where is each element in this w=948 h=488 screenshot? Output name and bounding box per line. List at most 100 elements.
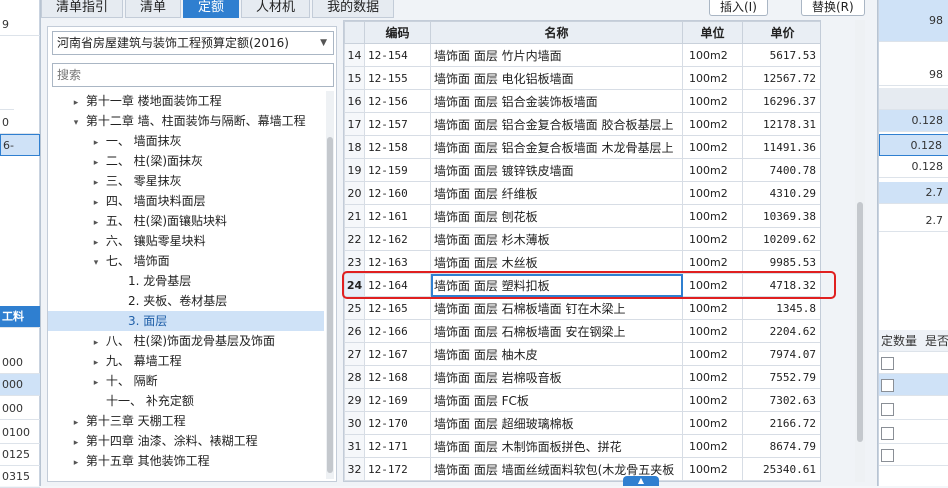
quota-price[interactable]: 10209.62: [742, 227, 820, 251]
quota-unit[interactable]: 100m2: [682, 66, 743, 90]
bg-cell-selected[interactable]: 0.128: [879, 134, 948, 156]
quota-name[interactable]: 墙饰面 面层 电化铝板墙面: [430, 66, 683, 90]
tree-item[interactable]: 十一、 补充定额: [48, 391, 324, 411]
row-index[interactable]: 20: [344, 181, 365, 205]
quota-price[interactable]: 7400.78: [742, 158, 820, 182]
quota-name[interactable]: 墙饰面 面层 竹片内墙面: [430, 43, 683, 67]
bg-expand-toggle[interactable]: −: [0, 88, 14, 110]
row-index[interactable]: 28: [344, 365, 365, 389]
quota-code[interactable]: 12-169: [364, 388, 431, 412]
quota-price[interactable]: 25340.61: [742, 457, 820, 481]
tree-item[interactable]: ▸ 第十五章 其他装饰工程: [48, 451, 324, 471]
quota-code[interactable]: 12-159: [364, 158, 431, 182]
row-index[interactable]: 21: [344, 204, 365, 228]
tree-item[interactable]: 2. 夹板、卷材基层: [48, 291, 324, 311]
table-row[interactable]: 25 12-165 墙饰面 面层 石棉板墙面 钉在木梁上 100m2 1345.8: [344, 296, 820, 320]
table-row[interactable]: 26 12-166 墙饰面 面层 石棉板墙面 安在钢梁上 100m2 2204.62: [344, 319, 820, 343]
quota-unit[interactable]: 100m2: [682, 158, 743, 182]
quota-code[interactable]: 12-168: [364, 365, 431, 389]
quota-code[interactable]: 12-172: [364, 457, 431, 481]
quota-unit[interactable]: 100m2: [682, 434, 743, 458]
quota-name[interactable]: 墙饰面 面层 柚木皮: [430, 342, 683, 366]
bg-cell-selected[interactable]: 6-: [0, 134, 40, 156]
quota-price[interactable]: 2204.62: [742, 319, 820, 343]
table-row[interactable]: 21 12-161 墙饰面 面层 刨花板 100m2 10369.38: [344, 204, 820, 228]
table-row[interactable]: 27 12-167 墙饰面 面层 柚木皮 100m2 7974.07: [344, 342, 820, 366]
quota-price[interactable]: 10369.38: [742, 204, 820, 228]
bg-checkbox-row[interactable]: [879, 374, 948, 396]
scrollbar-thumb[interactable]: [327, 137, 333, 473]
expand-icon[interactable]: ▸: [70, 433, 82, 453]
quota-unit[interactable]: 100m2: [682, 112, 743, 136]
expand-icon[interactable]: ▸: [90, 353, 102, 373]
row-index[interactable]: 27: [344, 342, 365, 366]
tab-quota[interactable]: 定额: [183, 0, 240, 18]
tree-item[interactable]: ▸ 六、 镶贴零星块料: [48, 231, 324, 251]
checkbox[interactable]: [881, 426, 894, 440]
checkbox[interactable]: [881, 402, 894, 416]
row-index[interactable]: 19: [344, 158, 365, 182]
quota-code[interactable]: 12-161: [364, 204, 431, 228]
table-row[interactable]: 29 12-169 墙饰面 面层 FC板 100m2 7302.63: [344, 388, 820, 412]
row-index[interactable]: 22: [344, 227, 365, 251]
tab-my-data[interactable]: 我的数据: [312, 0, 395, 18]
quota-code[interactable]: 12-162: [364, 227, 431, 251]
checkbox[interactable]: [881, 356, 894, 370]
tree-item[interactable]: ▸ 十、 隔断: [48, 371, 324, 391]
expand-icon[interactable]: ▸: [90, 193, 102, 213]
quota-code[interactable]: 12-154: [364, 43, 431, 67]
tree-item[interactable]: ▸ 一、 墙面抹灰: [48, 131, 324, 151]
tree-item[interactable]: ▸ 第十一章 楼地面装饰工程: [48, 91, 324, 111]
quota-price[interactable]: 11491.36: [742, 135, 820, 159]
expand-icon[interactable]: ▸: [90, 173, 102, 193]
table-row[interactable]: 19 12-159 墙饰面 面层 镀锌铁皮墙面 100m2 7400.78: [344, 158, 820, 182]
expand-icon[interactable]: ▸: [90, 133, 102, 153]
quota-unit[interactable]: 100m2: [682, 135, 743, 159]
bg-checkbox-row[interactable]: [879, 398, 948, 420]
row-index[interactable]: 31: [344, 434, 365, 458]
expand-icon[interactable]: ▸: [90, 333, 102, 353]
table-row[interactable]: 28 12-168 墙饰面 面层 岩棉吸音板 100m2 7552.79: [344, 365, 820, 389]
bg-checkbox-row[interactable]: [879, 352, 948, 374]
expand-icon[interactable]: ▸: [90, 373, 102, 393]
bg-checkbox-row[interactable]: [879, 422, 948, 444]
grid-scrollbar[interactable]: [855, 20, 865, 482]
tree-item[interactable]: ▸ 第十四章 油漆、涂料、裱糊工程: [48, 431, 324, 451]
quota-price[interactable]: 7552.79: [742, 365, 820, 389]
row-index[interactable]: 16: [344, 89, 365, 113]
row-index[interactable]: 32: [344, 457, 365, 481]
quota-code[interactable]: 12-170: [364, 411, 431, 435]
tree-item[interactable]: ▸ 八、 柱(梁)饰面龙骨基层及饰面: [48, 331, 324, 351]
tab-labor-material-machine[interactable]: 人材机: [241, 0, 311, 18]
insert-button[interactable]: 插入(I): [709, 0, 768, 16]
table-row[interactable]: 14 12-154 墙饰面 面层 竹片内墙面 100m2 5617.53: [344, 43, 820, 67]
row-index[interactable]: 29: [344, 388, 365, 412]
quota-price[interactable]: 8674.79: [742, 434, 820, 458]
quota-price[interactable]: 7302.63: [742, 388, 820, 412]
quota-price[interactable]: 7974.07: [742, 342, 820, 366]
tree-item[interactable]: ▸ 九、 幕墙工程: [48, 351, 324, 371]
quota-unit[interactable]: 100m2: [682, 43, 743, 67]
quota-unit[interactable]: 100m2: [682, 388, 743, 412]
tree-item[interactable]: ▸ 三、 零星抹灰: [48, 171, 324, 191]
table-row[interactable]: 32 12-172 墙饰面 面层 墙面丝绒面料软包(木龙骨五夹板 100m2 25340…: [344, 457, 820, 481]
row-index[interactable]: 14: [344, 43, 365, 67]
quota-library-select[interactable]: 河南省房屋建筑与装饰工程预算定额(2016) ▼: [52, 31, 334, 55]
quota-unit[interactable]: 100m2: [682, 181, 743, 205]
quota-price[interactable]: 5617.53: [742, 43, 820, 67]
tree-item-selected[interactable]: 3. 面层: [48, 311, 324, 331]
row-index[interactable]: 26: [344, 319, 365, 343]
expand-icon[interactable]: ▸: [70, 453, 82, 473]
quota-code[interactable]: 12-160: [364, 181, 431, 205]
quota-name[interactable]: 墙饰面 面层 超细玻璃棉板: [430, 411, 683, 435]
quota-unit[interactable]: 100m2: [682, 296, 743, 320]
table-row[interactable]: 20 12-160 墙饰面 面层 纤维板 100m2 4310.29: [344, 181, 820, 205]
col-header-name[interactable]: 名称: [430, 21, 683, 44]
row-index[interactable]: 15: [344, 66, 365, 90]
tab-list-guide[interactable]: 清单指引: [41, 0, 124, 18]
collapse-panel-handle[interactable]: ▲: [623, 476, 659, 486]
checkbox[interactable]: [881, 378, 894, 392]
quota-name[interactable]: 墙饰面 面层 镀锌铁皮墙面: [430, 158, 683, 182]
quota-unit[interactable]: 100m2: [682, 411, 743, 435]
quota-unit[interactable]: 100m2: [682, 89, 743, 113]
